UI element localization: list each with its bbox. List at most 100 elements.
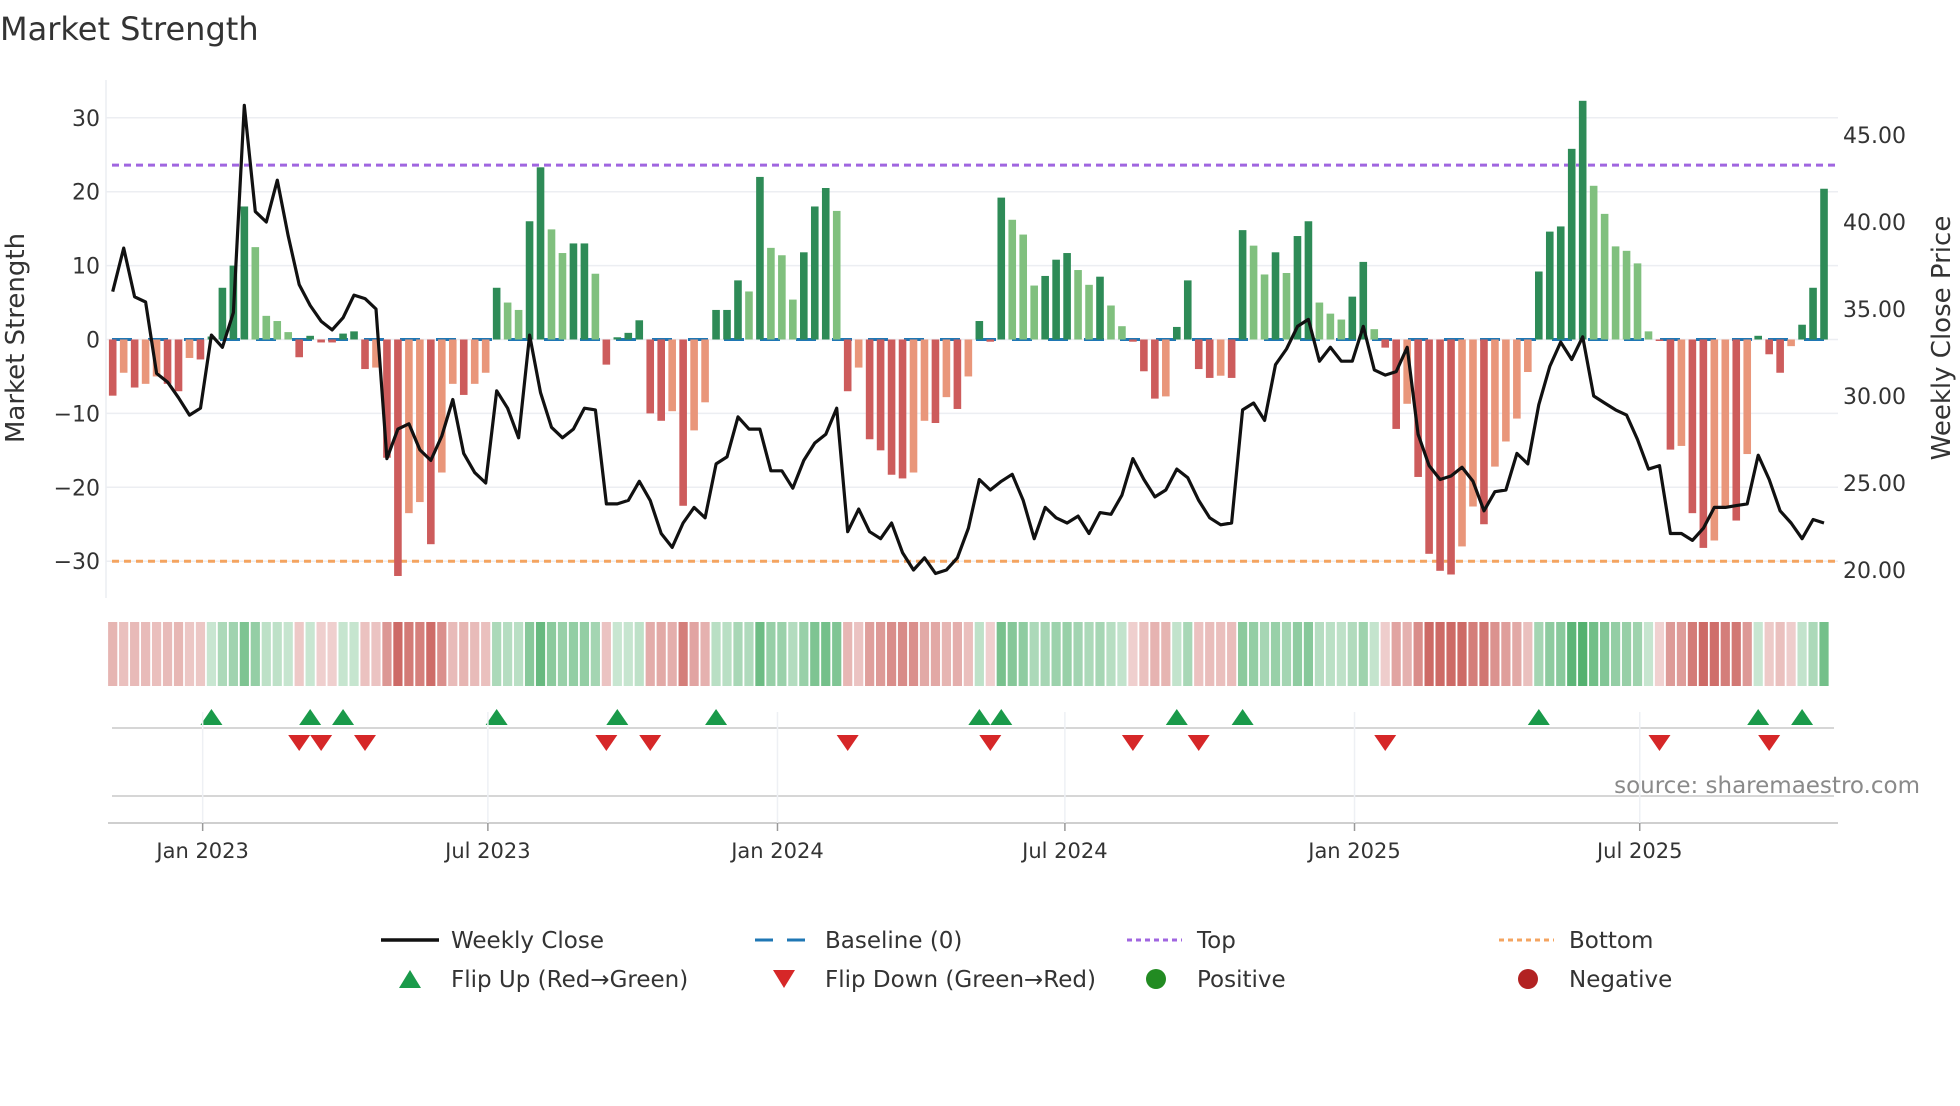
- positive-bar: [492, 287, 501, 340]
- strip-cell: [492, 622, 502, 686]
- strip-cell: [1468, 622, 1478, 686]
- strip-cell: [1698, 622, 1708, 686]
- strip-cell: [1402, 622, 1412, 686]
- flip-down-marker: [1121, 735, 1144, 751]
- strip-cell: [119, 622, 129, 686]
- positive-bar: [525, 221, 534, 340]
- negative-bar: [1205, 339, 1214, 378]
- strip-cell: [1764, 622, 1774, 686]
- triangle-up-icon: [399, 970, 421, 988]
- positive-bar: [1172, 326, 1181, 340]
- strip-cell: [1808, 622, 1818, 686]
- strip-cell: [1303, 622, 1314, 686]
- positive-bar: [800, 252, 808, 340]
- strip-cell: [1227, 622, 1237, 686]
- negative-bar: [295, 339, 303, 358]
- strip-cell: [1567, 622, 1577, 686]
- y-tick-label: −30: [54, 550, 100, 575]
- strip-cell: [130, 622, 140, 686]
- y2-tick-label: 35.00: [1843, 298, 1906, 323]
- strip-cell: [1534, 622, 1544, 686]
- negative-bar: [690, 339, 698, 431]
- legend-label: Top: [1196, 928, 1236, 954]
- negative-bar: [448, 339, 457, 384]
- strip-cell: [1731, 622, 1741, 686]
- strip-cell: [1665, 622, 1676, 686]
- strip-cell: [448, 622, 458, 686]
- strip-cell: [843, 622, 853, 686]
- source-credit: source: sharemaestro.com: [1614, 773, 1920, 799]
- strip-cell: [1523, 622, 1533, 686]
- y-tick-label: −10: [54, 402, 100, 427]
- legend-item: Top: [1127, 928, 1236, 954]
- y-axis-label: Market Strength: [1, 233, 31, 443]
- strip-cell: [1073, 622, 1083, 686]
- negative-bar: [1677, 339, 1686, 446]
- strip-cell: [151, 622, 162, 686]
- strip-cell: [1786, 622, 1796, 686]
- positive-bar: [778, 255, 786, 340]
- negative-bar: [163, 339, 172, 384]
- strip-cell: [897, 622, 908, 686]
- y2-tick-label: 30.00: [1843, 385, 1906, 410]
- flip-up-marker: [200, 709, 223, 725]
- strip-cell: [415, 622, 425, 686]
- x-tick-label: Jul 2023: [443, 839, 530, 863]
- strip-cell: [1347, 622, 1357, 686]
- positive-bar: [558, 253, 567, 340]
- strip-cell: [1369, 622, 1379, 686]
- strength-heat-strip: [108, 622, 1829, 686]
- negative-bar: [1447, 339, 1455, 575]
- positive-bar: [1030, 285, 1038, 340]
- positive-bar: [723, 309, 731, 340]
- negative-bar: [427, 339, 435, 545]
- negative-bar: [438, 339, 446, 473]
- strip-cell: [305, 622, 315, 686]
- left-axis: 30 20 10 0 −10 −20 −30: [54, 107, 100, 575]
- positive-bar: [1260, 274, 1269, 340]
- positive-bar: [997, 197, 1006, 340]
- negative-bar: [602, 339, 611, 365]
- flip-up-marker: [990, 709, 1013, 725]
- strip-cell: [1150, 622, 1160, 686]
- strip-cell: [1446, 622, 1456, 686]
- strip-cell: [865, 622, 875, 686]
- negative-bar: [1381, 339, 1390, 348]
- flip-down-marker: [310, 735, 333, 751]
- negative-bar: [1688, 339, 1697, 514]
- legend-item: Negative: [1518, 967, 1672, 993]
- flip-down-marker: [354, 735, 377, 751]
- strip-cell: [557, 622, 568, 686]
- strip-cell: [810, 622, 820, 686]
- positive-bar: [1622, 250, 1631, 340]
- strip-cell: [974, 622, 984, 686]
- positive-bar: [350, 331, 358, 340]
- positive-bar: [273, 321, 282, 340]
- strip-cell: [1161, 622, 1171, 686]
- strip-cell: [1325, 622, 1335, 686]
- strip-cell: [1819, 622, 1829, 686]
- y2-tick-label: 20.00: [1843, 559, 1906, 584]
- strip-cell: [1632, 622, 1643, 686]
- positive-bar: [1326, 313, 1335, 340]
- negative-bar: [1151, 339, 1159, 399]
- negative-bar: [1721, 339, 1730, 507]
- strip-cell: [1380, 622, 1390, 686]
- positive-bar: [821, 188, 830, 340]
- positive-bar: [1370, 329, 1379, 340]
- flip-up-marker: [1527, 709, 1550, 725]
- strip-cell: [579, 622, 590, 686]
- flip-down-marker: [595, 735, 618, 751]
- negative-bar: [646, 339, 655, 414]
- flip-up-marker: [485, 709, 508, 725]
- negative-bar: [1227, 339, 1236, 378]
- strip-cell: [854, 622, 864, 686]
- strip-cell: [1007, 622, 1017, 686]
- strip-cell: [1292, 622, 1303, 686]
- strip-cell: [908, 622, 919, 686]
- strip-cell: [1183, 622, 1193, 686]
- strip-cell: [261, 622, 271, 686]
- strip-cell: [338, 622, 348, 686]
- strip-cell: [173, 622, 184, 686]
- flip-up-marker: [1747, 709, 1770, 725]
